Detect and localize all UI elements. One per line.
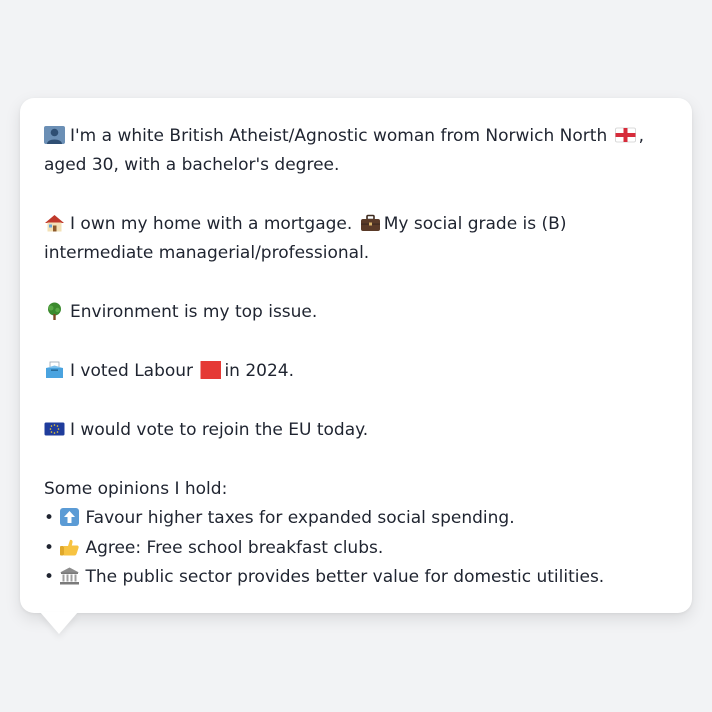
opinions-heading: Some opinions I hold: [44, 479, 228, 499]
red-square-icon [200, 361, 222, 379]
vote-year-text: in 2024. [224, 361, 295, 381]
opinion-text-2: The public sector provides better value … [85, 567, 605, 587]
speech-bubble-tail [40, 612, 78, 634]
issue-paragraph: Environment is my top issue. [44, 298, 670, 327]
persona-speech-bubble: I'm a white British Atheist/Agnostic wom… [20, 98, 692, 613]
briefcase-icon [360, 214, 381, 232]
opinion-item-0: • Favour higher taxes for expanded socia… [44, 504, 670, 534]
opinion-item-2: • The public sector provides better valu… [44, 563, 670, 593]
classical-building-icon [59, 567, 80, 585]
opinion-text-0: Favour higher taxes for expanded social … [85, 508, 515, 528]
bullet: • [44, 567, 55, 587]
tree-icon [44, 302, 65, 320]
bullet: • [44, 508, 55, 528]
housing-paragraph: I own my home with a mortgage. My social… [44, 210, 670, 268]
opinion-item-1: • Agree: Free school breakfast clubs. [44, 534, 670, 564]
bullet: • [44, 537, 55, 558]
ballot-box-icon [44, 361, 65, 379]
thumbs-up-icon [59, 538, 80, 556]
eu-text: I would vote to rejoin the EU today. [70, 420, 369, 440]
up-arrow-icon [59, 508, 80, 526]
issue-text: Environment is my top issue. [70, 302, 318, 322]
opinion-text-1: Agree: Free school breakfast clubs. [85, 537, 384, 558]
england-flag-icon [614, 126, 636, 144]
eu-paragraph: I would vote to rejoin the EU today. [44, 416, 670, 445]
identity-paragraph: I'm a white British Atheist/Agnostic wom… [44, 122, 670, 180]
eu-flag-icon [44, 420, 65, 438]
house-icon [44, 214, 65, 232]
identity-text: I'm a white British Atheist/Agnostic wom… [70, 126, 608, 146]
vote-text: I voted Labour [70, 361, 194, 381]
housing-text: I own my home with a mortgage. [70, 214, 353, 234]
vote-paragraph: I voted Labour in 2024. [44, 357, 670, 386]
person-silhouette-icon [44, 126, 65, 144]
